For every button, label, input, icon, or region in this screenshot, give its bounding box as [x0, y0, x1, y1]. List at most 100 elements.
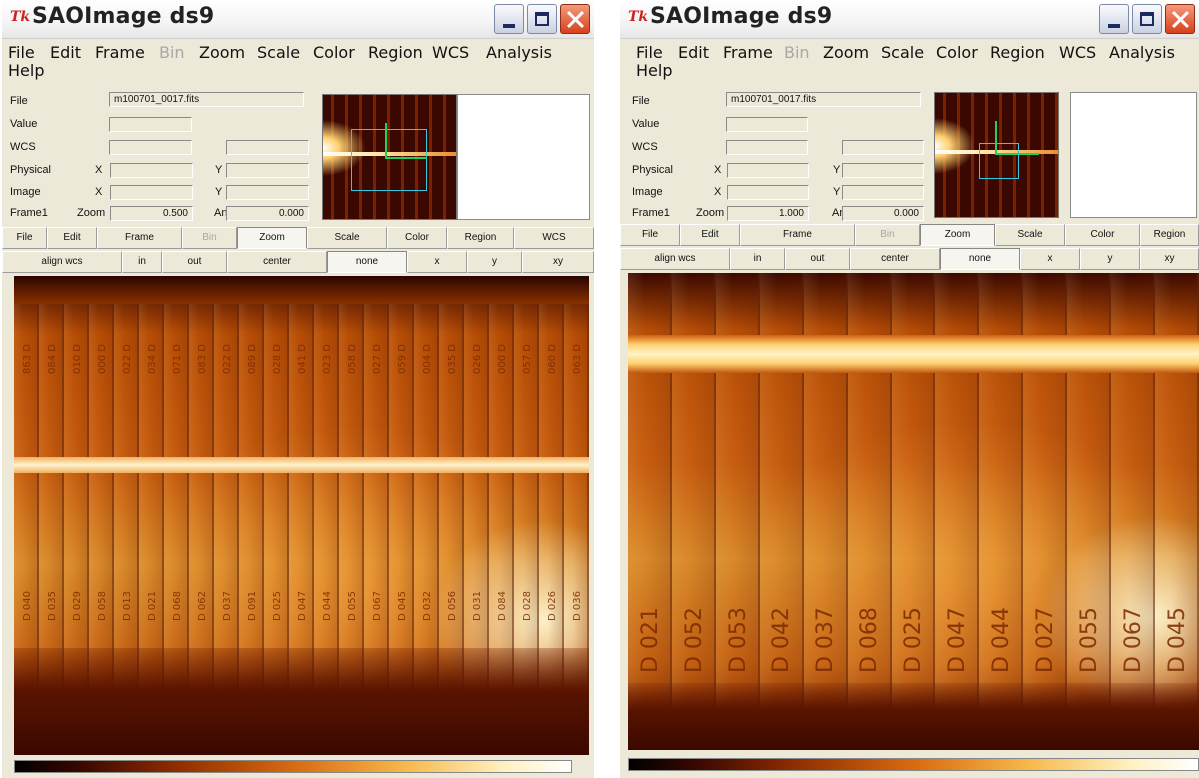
zoom-none[interactable]: none	[327, 251, 407, 273]
menu-color[interactable]: Color	[936, 43, 978, 62]
image-x-label: X	[714, 186, 722, 198]
slit-label: D 021	[147, 591, 158, 621]
zoom-align-wcs[interactable]: align wcs	[620, 248, 730, 270]
close-button[interactable]	[560, 4, 590, 34]
zoom-xy[interactable]: xy	[522, 251, 594, 273]
physical-x-label: X	[714, 164, 722, 176]
title-bar[interactable]: Tk SAOImage ds9	[620, 0, 1199, 39]
menu-bin[interactable]: Bin	[784, 43, 810, 62]
image-canvas[interactable]: 863 D 084 D 010 D 000 D 022 D 034 D 071 D 083 D…	[14, 276, 589, 755]
buttonbar-zoom[interactable]: Zoom	[237, 227, 307, 249]
slit-label: D 084	[497, 591, 508, 621]
menu-file[interactable]: File	[8, 43, 35, 62]
menu-scale[interactable]: Scale	[257, 43, 300, 62]
slit-label: D 044	[322, 591, 333, 621]
zoom-center[interactable]: center	[850, 248, 940, 270]
menu-help[interactable]: Help	[636, 61, 672, 80]
buttonbar-frame[interactable]: Frame	[97, 227, 182, 249]
menu-file[interactable]: File	[636, 43, 663, 62]
menu-analysis[interactable]: Analysis	[1109, 43, 1175, 62]
slit-label: D 037	[222, 591, 233, 621]
menu-wcs[interactable]: WCS	[432, 43, 469, 62]
slit-label: 028 D	[272, 344, 283, 374]
buttonbar-wcs[interactable]: WCS	[514, 227, 594, 249]
zoom-in[interactable]: in	[122, 251, 162, 273]
menu-help[interactable]: Help	[8, 61, 44, 80]
slit-label: 034 D	[147, 344, 158, 374]
title-bar[interactable]: Tk SAOImage ds9	[2, 0, 594, 39]
menu-scale[interactable]: Scale	[881, 43, 924, 62]
menu-zoom[interactable]: Zoom	[823, 43, 869, 62]
minimize-button[interactable]	[494, 4, 524, 34]
zoom-out[interactable]: out	[785, 248, 850, 270]
zoom-x[interactable]: x	[1020, 248, 1080, 270]
panner-y-arrow	[995, 121, 997, 155]
image-y-field	[842, 185, 924, 200]
slit-label: D 021	[637, 607, 663, 673]
zoom-y[interactable]: y	[467, 251, 522, 273]
menu-bin[interactable]: Bin	[159, 43, 185, 62]
tk-logo-icon: Tk	[628, 9, 649, 25]
buttonbar-bin[interactable]: Bin	[182, 227, 237, 249]
buttonbar-region[interactable]: Region	[447, 227, 514, 249]
physical-x-field	[110, 163, 193, 178]
bright-streak	[628, 335, 1199, 373]
menu-frame[interactable]: Frame	[95, 43, 145, 62]
menu-region[interactable]: Region	[990, 43, 1045, 62]
buttonbar-region[interactable]: Region	[1140, 224, 1199, 246]
slit-label: D 027	[1032, 607, 1058, 673]
zoom-out[interactable]: out	[162, 251, 227, 273]
buttonbar-file[interactable]: File	[2, 227, 47, 249]
slit-label: 071 D	[172, 344, 183, 374]
zoom-center[interactable]: center	[227, 251, 327, 273]
menu-edit[interactable]: Edit	[678, 43, 709, 62]
zoom-in[interactable]: in	[730, 248, 785, 270]
maximize-button[interactable]	[1132, 4, 1162, 34]
zoom-align-wcs[interactable]: align wcs	[2, 251, 122, 273]
buttonbar-edit[interactable]: Edit	[680, 224, 740, 246]
minimize-button[interactable]	[1099, 4, 1129, 34]
panner-view[interactable]	[934, 92, 1059, 218]
colorbar[interactable]	[628, 758, 1199, 771]
panner-view-box[interactable]	[351, 129, 427, 191]
menu-wcs[interactable]: WCS	[1059, 43, 1096, 62]
menu-color[interactable]: Color	[313, 43, 355, 62]
panner-view-box[interactable]	[979, 143, 1019, 179]
image-canvas[interactable]: D 021 D 052 D 053 D 042 D 037 D 068 D 025 D 047…	[628, 273, 1199, 750]
physical-x-field	[727, 163, 809, 178]
buttonbar-edit[interactable]: Edit	[47, 227, 97, 249]
panner-x-arrow	[995, 153, 1039, 155]
buttonbar-scale[interactable]: Scale	[307, 227, 387, 249]
menu-analysis[interactable]: Analysis	[486, 43, 552, 62]
menu-region[interactable]: Region	[368, 43, 423, 62]
menu-frame[interactable]: Frame	[723, 43, 773, 62]
angle-value-field: 0.000	[226, 206, 309, 221]
panner-view[interactable]	[322, 94, 457, 220]
window-title: SAOImage ds9	[650, 4, 833, 29]
zoom-none[interactable]: none	[940, 248, 1020, 270]
close-button[interactable]	[1165, 4, 1195, 34]
buttonbar-frame[interactable]: Frame	[740, 224, 855, 246]
value-field	[109, 117, 192, 132]
slit-label: D 025	[901, 607, 927, 673]
buttonbar-scale[interactable]: Scale	[995, 224, 1065, 246]
menu-zoom[interactable]: Zoom	[199, 43, 245, 62]
slit-label: 000 D	[497, 344, 508, 374]
slit-label: D 047	[297, 591, 308, 621]
buttonbar-file[interactable]: File	[620, 224, 680, 246]
zoom-x[interactable]: x	[407, 251, 467, 273]
value-label: Value	[632, 118, 660, 130]
colorbar[interactable]	[14, 760, 572, 773]
physical-y-label: Y	[215, 164, 223, 176]
zoom-y[interactable]: y	[1080, 248, 1140, 270]
physical-label: Physical	[10, 164, 51, 176]
buttonbar-zoom[interactable]: Zoom	[920, 224, 995, 246]
buttonbar-color[interactable]: Color	[1065, 224, 1140, 246]
wcs-label: WCS	[632, 141, 658, 153]
buttonbar-color[interactable]: Color	[387, 227, 447, 249]
menu-edit[interactable]: Edit	[50, 43, 81, 62]
wcs-field-1	[726, 140, 808, 155]
zoom-xy[interactable]: xy	[1140, 248, 1199, 270]
maximize-button[interactable]	[527, 4, 557, 34]
buttonbar-bin[interactable]: Bin	[855, 224, 920, 246]
